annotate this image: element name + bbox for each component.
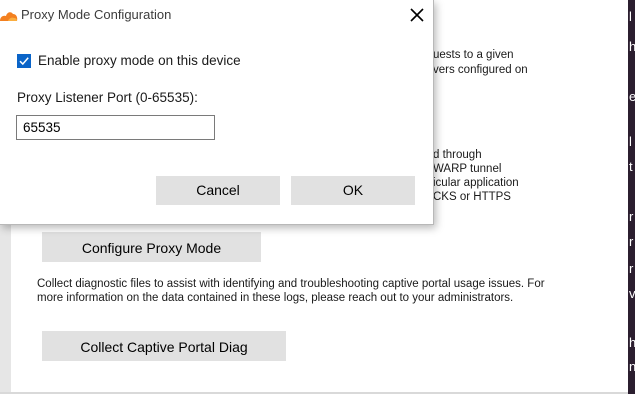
close-icon <box>410 8 424 22</box>
collect-captive-portal-diag-button[interactable]: Collect Captive Portal Diag <box>42 331 286 361</box>
description-fragment: icular application <box>433 177 519 189</box>
cancel-button[interactable]: Cancel <box>156 176 280 205</box>
captive-portal-description: Collect diagnostic files to assist with … <box>37 278 545 304</box>
desktop-background-strip: l h e l t r r r v h n <box>628 0 635 394</box>
enable-proxy-checkbox[interactable] <box>17 54 31 68</box>
close-button[interactable] <box>402 1 432 29</box>
description-fragment: d through <box>433 149 482 161</box>
proxy-mode-dialog: Proxy Mode Configuration Enable proxy mo… <box>0 0 434 225</box>
checkmark-icon <box>19 57 29 66</box>
dialog-title: Proxy Mode Configuration <box>21 7 172 22</box>
description-fragment: CKS or HTTPS <box>433 191 511 203</box>
cloudflare-cloud-icon <box>0 9 18 21</box>
proxy-port-input[interactable]: 65535 <box>16 115 215 140</box>
description-fragment: WARP tunnel <box>433 163 502 175</box>
ok-button[interactable]: OK <box>291 176 415 205</box>
description-fragment: uests to a given <box>433 49 514 61</box>
port-label: Proxy Listener Port (0-65535): <box>17 90 198 105</box>
dialog-title-bar: Proxy Mode Configuration <box>0 0 434 30</box>
configure-proxy-mode-button[interactable]: Configure Proxy Mode <box>42 232 261 262</box>
enable-proxy-label[interactable]: Enable proxy mode on this device <box>38 53 241 68</box>
description-fragment: vers configured on <box>433 64 528 76</box>
